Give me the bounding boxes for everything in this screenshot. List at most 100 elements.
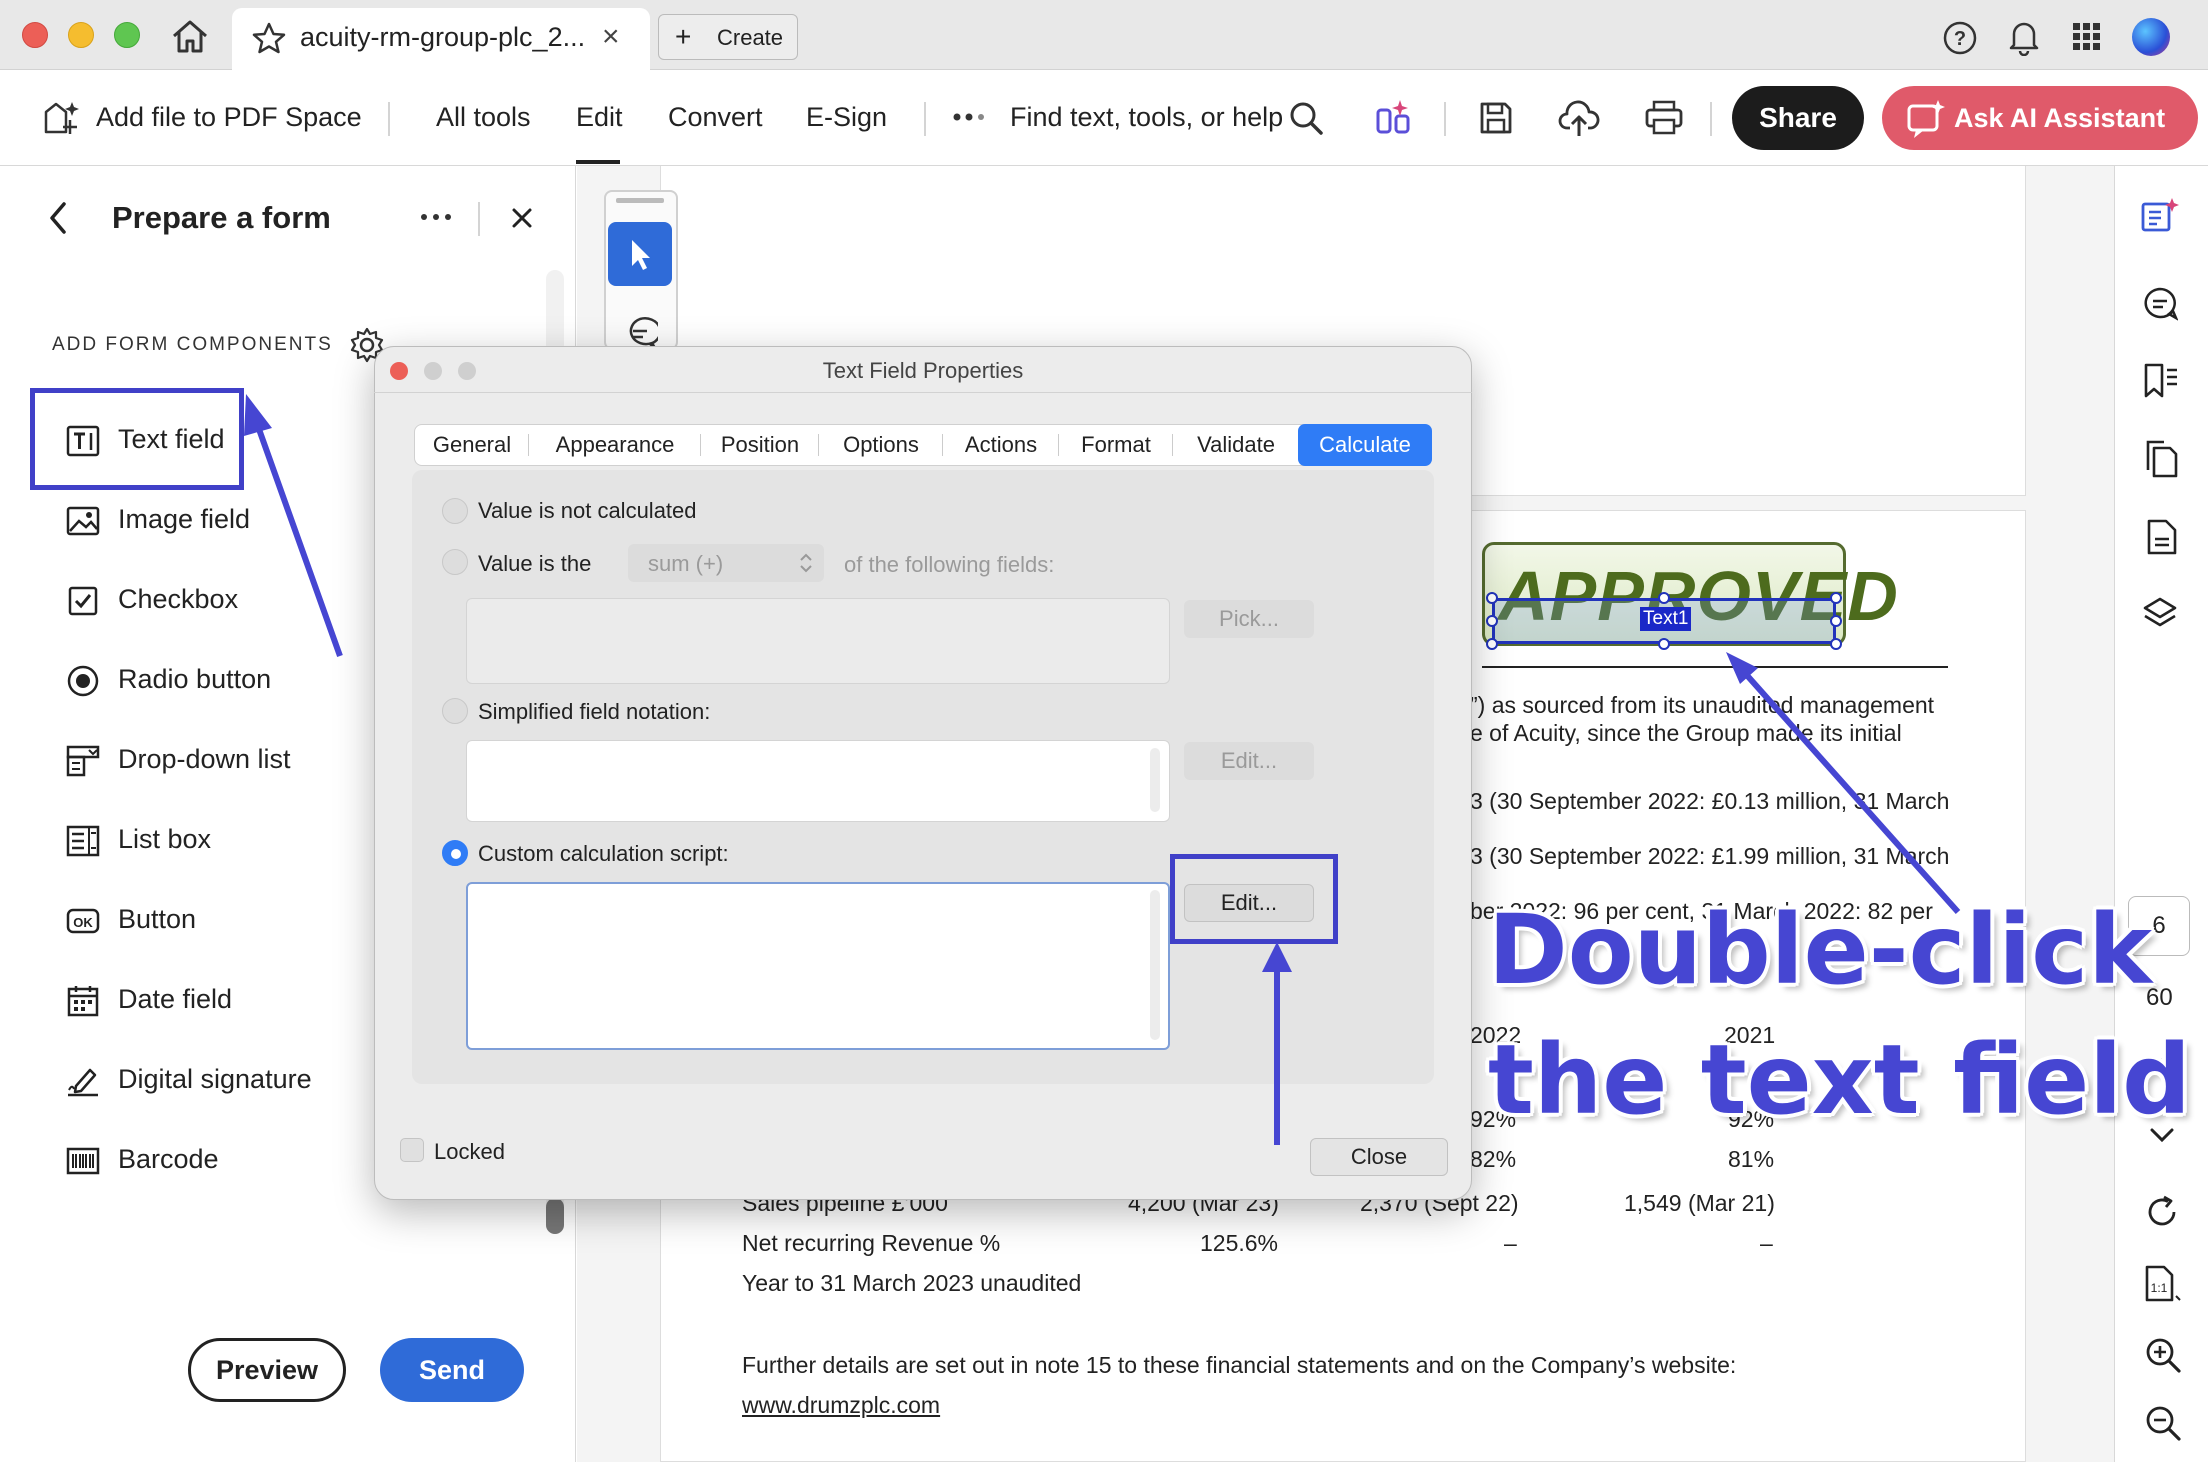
image-field-icon <box>66 506 100 536</box>
tab-format[interactable]: Format <box>1060 424 1172 466</box>
print-icon[interactable] <box>1644 100 1684 136</box>
tab-actions[interactable]: Actions <box>944 424 1058 466</box>
pick-button[interactable]: Pick... <box>1184 600 1314 638</box>
ask-ai-assistant-button[interactable]: Ask AI Assistant <box>1882 86 2198 150</box>
date-field-icon <box>67 986 99 1017</box>
doc-line: e of Acuity, since the Group made its in… <box>1470 720 1902 746</box>
simplified-notation-field[interactable] <box>466 740 1170 822</box>
dialog-title: Text Field Properties <box>822 358 1024 383</box>
tab-options[interactable]: Options <box>820 424 942 466</box>
document-icon[interactable] <box>2146 518 2178 556</box>
close-window-button[interactable] <box>22 22 48 48</box>
fit-page-icon[interactable]: 1:1 <box>2144 1264 2182 1304</box>
tab-close-icon[interactable]: × <box>602 20 620 54</box>
component-image-field[interactable]: Image field <box>66 490 356 550</box>
drag-handle[interactable] <box>616 198 664 203</box>
search-icon[interactable] <box>1288 100 1324 136</box>
resize-handle[interactable] <box>1486 592 1498 604</box>
component-dropdown-list[interactable]: Drop-down list <box>66 730 356 790</box>
create-button[interactable]: + Create <box>658 14 798 60</box>
dropdown-list-icon <box>66 745 100 777</box>
menu-edit[interactable]: Edit <box>576 102 623 133</box>
tab-appearance[interactable]: Appearance <box>530 424 700 466</box>
radio-button-icon <box>67 665 99 697</box>
radio-value-is-the[interactable] <box>442 549 468 575</box>
company-website-link[interactable]: www.drumzplc.com <box>742 1392 940 1419</box>
send-button[interactable]: Send <box>380 1338 524 1402</box>
radio-not-calculated[interactable] <box>442 498 468 524</box>
svg-text:?: ? <box>1954 28 1966 50</box>
bell-icon[interactable] <box>2006 18 2042 56</box>
comment-bubble-icon[interactable] <box>2142 286 2178 322</box>
component-button[interactable]: OK Button <box>66 890 356 950</box>
menu-all-tools[interactable]: All tools <box>436 102 531 133</box>
checkbox-icon <box>68 586 98 616</box>
panel-close-icon[interactable] <box>508 204 536 232</box>
resize-handle[interactable] <box>1658 592 1670 604</box>
resize-handle[interactable] <box>1658 638 1670 650</box>
resize-handle[interactable] <box>1830 638 1842 650</box>
radio-custom-script[interactable] <box>442 840 468 866</box>
upload-cloud-icon[interactable] <box>1558 98 1600 138</box>
more-dots-icon[interactable] <box>952 110 988 124</box>
component-barcode[interactable]: Barcode <box>66 1130 356 1190</box>
tab-position[interactable]: Position <box>702 424 818 466</box>
tab-divider <box>1058 434 1059 456</box>
refresh-icon[interactable] <box>2144 1194 2180 1230</box>
cursor-arrow-icon <box>632 240 650 270</box>
field-scrollbar[interactable] <box>1150 890 1160 1040</box>
zoom-window-button[interactable] <box>114 22 140 48</box>
home-icon[interactable] <box>170 18 210 54</box>
ai-assistant-icon <box>1906 86 1946 150</box>
apps-grid-icon[interactable] <box>2072 22 2102 52</box>
resize-handle[interactable] <box>1830 615 1842 627</box>
resize-handle[interactable] <box>1486 638 1498 650</box>
search-tools-field[interactable]: Find text, tools, or help <box>1010 102 1283 133</box>
select-tool-button[interactable] <box>608 222 672 286</box>
text-field-highlight-box <box>30 388 244 490</box>
custom-script-field[interactable] <box>466 882 1170 1050</box>
component-radio-button[interactable]: Radio button <box>66 650 356 710</box>
component-date-field[interactable]: Date field <box>66 970 356 1030</box>
avatar[interactable] <box>2132 18 2170 56</box>
preview-button[interactable]: Preview <box>188 1338 346 1402</box>
radio-simplified-notation[interactable] <box>442 698 468 724</box>
menu-convert[interactable]: Convert <box>668 102 763 133</box>
resize-handle[interactable] <box>1486 615 1498 627</box>
help-icon[interactable]: ? <box>1942 20 1978 56</box>
locked-checkbox[interactable] <box>400 1138 424 1162</box>
component-checkbox[interactable]: Checkbox <box>66 570 356 630</box>
operation-select[interactable]: sum (+) <box>628 544 824 582</box>
comment-icon[interactable] <box>622 316 658 350</box>
bookmark-icon[interactable] <box>2142 362 2180 400</box>
ai-edit-icon[interactable] <box>2140 196 2180 234</box>
tab-calculate[interactable]: Calculate <box>1298 424 1432 466</box>
toolbar-divider <box>1444 102 1446 136</box>
callout-line-1: Double-click <box>1488 894 2153 1006</box>
field-scrollbar[interactable] <box>1150 748 1160 812</box>
component-list-box[interactable]: List box <box>66 810 356 870</box>
panel-more-icon[interactable] <box>418 210 454 224</box>
menu-e-sign[interactable]: E-Sign <box>806 102 887 133</box>
layers-icon[interactable] <box>2142 596 2178 632</box>
minimize-window-button[interactable] <box>68 22 94 48</box>
zoom-out-icon[interactable] <box>2144 1404 2182 1442</box>
tab-divider <box>818 434 819 456</box>
add-file-link[interactable]: Add file to PDF Space <box>96 102 362 133</box>
pages-icon[interactable] <box>2144 440 2178 478</box>
ai-tools-icon[interactable] <box>1374 98 1414 138</box>
add-file-icon[interactable] <box>42 98 84 138</box>
share-button[interactable]: Share <box>1732 86 1864 150</box>
zoom-in-icon[interactable] <box>2144 1336 2182 1374</box>
tab-validate[interactable]: Validate <box>1174 424 1298 466</box>
panel-scrollbar-thumb[interactable] <box>546 1198 564 1234</box>
resize-handle[interactable] <box>1830 592 1842 604</box>
save-icon[interactable] <box>1478 100 1514 136</box>
back-chevron-icon[interactable] <box>44 198 72 238</box>
tab-general[interactable]: General <box>416 424 528 466</box>
star-icon[interactable] <box>252 22 286 54</box>
simplified-edit-button[interactable]: Edit... <box>1184 742 1314 780</box>
dialog-close-button[interactable]: Close <box>1310 1138 1448 1176</box>
component-digital-signature[interactable]: Digital signature <box>66 1050 356 1110</box>
component-label: Image field <box>118 504 251 534</box>
